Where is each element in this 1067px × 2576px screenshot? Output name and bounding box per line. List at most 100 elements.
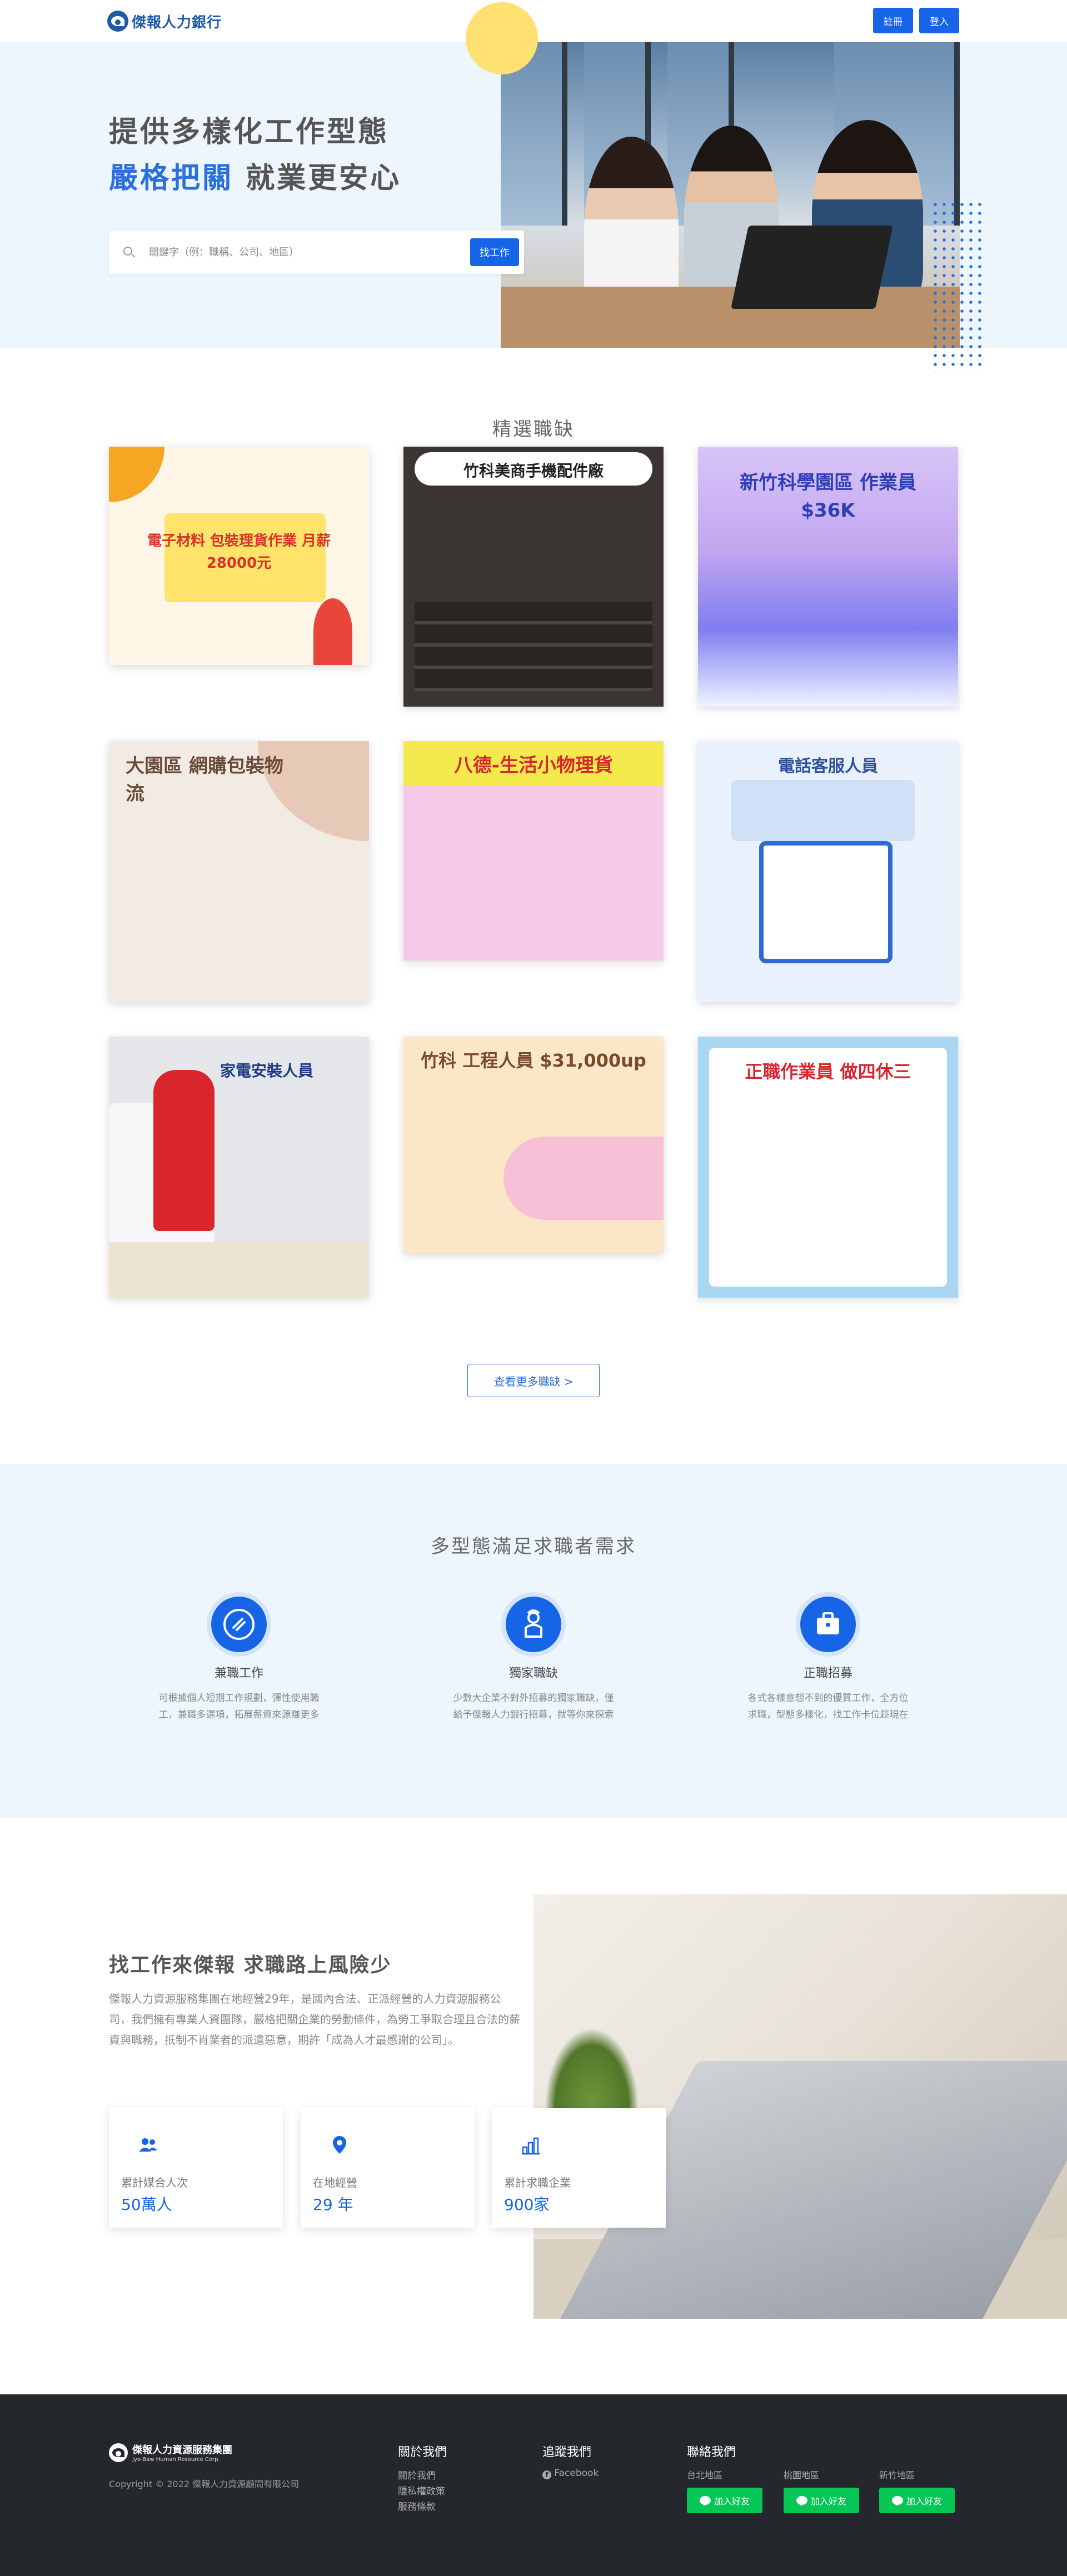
site-logo[interactable]: 傑報人力銀行: [107, 11, 222, 32]
footer-link-about[interactable]: 關於我們: [398, 2468, 436, 2482]
featured-jobs-title: 精選職缺: [492, 418, 575, 441]
feature-desc-line: 工，兼職多選項，拓展薪資來源賺更多: [158, 1709, 320, 1720]
job-card[interactable]: 家電安裝人員: [109, 1037, 369, 1298]
line-button-label: 加入好友: [714, 2496, 750, 2507]
line-add-friend-taoyuan[interactable]: 加入好友: [784, 2488, 859, 2513]
search-input[interactable]: [149, 243, 460, 262]
job-card-caption: 正職作業員 做四休三: [745, 1061, 911, 1082]
login-button[interactable]: 登入: [919, 8, 959, 33]
logo-icon: [107, 11, 128, 32]
stat-card-matches: 累計媒合人次 50萬人: [109, 2108, 283, 2228]
feature-full-time: 正職招募 各式各樣意想不到的優質工作，全方位 求職，型態多樣化，找工作卡位趁現在: [728, 1597, 928, 1723]
stat-label: 在地經營: [313, 2176, 357, 2189]
more-jobs-button[interactable]: 查看更多職缺 >: [467, 1364, 600, 1397]
site-footer: 傑報人力資源服務集團 Jye-Baw Human Resource Corp. …: [0, 2394, 1067, 2576]
users-icon: [139, 2138, 157, 2152]
job-search-bar: 找工作: [109, 231, 524, 274]
feature-exclusive: 獨家職缺 少數大企業不對外招募的獨家職缺，僅 給予傑報人力銀行招募，就等你來探索: [433, 1597, 634, 1723]
feature-title: 獨家職缺: [508, 1667, 558, 1680]
building-chart-icon: [522, 2137, 540, 2155]
footer-link-terms[interactable]: 服務條款: [398, 2499, 436, 2513]
feature-part-time: 兼職工作 可根據個人短期工作規劃，彈性使用職 工，兼職多選項，拓展薪資來源賺更多: [139, 1597, 339, 1723]
feature-desc: 各式各樣意想不到的優質工作，全方位 求職，型態多樣化，找工作卡位趁現在: [728, 1690, 928, 1723]
hero-title-rest: 就業更安心: [233, 162, 402, 195]
decor-shape: [503, 1137, 664, 1220]
feature-desc-line: 給予傑報人力銀行招募，就等你來探索: [453, 1709, 614, 1720]
decor-shape: [731, 780, 915, 841]
job-card[interactable]: 電子材料 包裝理貨作業 月薪28000元: [109, 447, 369, 665]
line-add-friend-hsinchu[interactable]: 加入好友: [879, 2488, 955, 2513]
region-label-hsinchu: 新竹地區: [879, 2470, 915, 2480]
location-pin-icon: [333, 2136, 346, 2154]
decor-shape: [759, 841, 893, 963]
copyright-text: Copyright © 2022 傑報人力資源顧問有限公司: [109, 2479, 300, 2489]
hero-title-line2: 嚴格把關 就業更安心: [109, 154, 401, 196]
footer-follow-heading: 追蹤我們: [542, 2445, 592, 2459]
job-card[interactable]: 八德-生活小物理貨: [403, 741, 664, 961]
photo-desk: [501, 287, 960, 348]
job-card[interactable]: 新竹科學園區 作業員 $36K: [698, 447, 958, 707]
stat-label: 累計媒合人次: [121, 2176, 188, 2189]
hero-title-highlight: 嚴格把關: [109, 162, 234, 195]
region-label-taoyuan: 桃園地區: [784, 2470, 820, 2480]
line-button-label: 加入好友: [810, 2496, 846, 2507]
footer-about-heading: 關於我們: [398, 2445, 447, 2459]
job-card[interactable]: 電話客服人員: [698, 741, 958, 1002]
line-icon: [891, 2496, 903, 2506]
logo-icon: [109, 2443, 128, 2462]
job-card[interactable]: 大園區 網購包裝物流: [109, 741, 369, 1002]
briefcase-icon: [800, 1597, 856, 1652]
stat-label: 累計求職企業: [504, 2176, 571, 2189]
footer-logo[interactable]: 傑報人力資源服務集團 Jye-Baw Human Resource Corp.: [109, 2442, 232, 2463]
decor-shape: [153, 1070, 215, 1231]
footer-contact-heading: 聯絡我們: [687, 2445, 736, 2459]
photo-laptop: [731, 226, 893, 309]
decor-shape: [109, 1242, 369, 1298]
region-label-taipei: 台北地區: [687, 2470, 723, 2480]
footer-facebook-link[interactable]: f Facebook: [542, 2468, 599, 2479]
worker-icon: [506, 1597, 561, 1652]
search-button[interactable]: 找工作: [470, 238, 519, 266]
register-button[interactable]: 註冊: [873, 8, 913, 33]
about-laptop-photo: [534, 1894, 1067, 2319]
facebook-label: Facebook: [554, 2468, 599, 2479]
job-card-caption: 竹科美商手機配件廠: [463, 462, 604, 480]
logo-text: 傑報人力銀行: [132, 14, 222, 31]
line-icon: [699, 2496, 711, 2506]
feature-desc: 可根據個人短期工作規劃，彈性使用職 工，兼職多選項，拓展薪資來源賺更多: [139, 1690, 339, 1723]
job-card-caption: 電話客服人員: [778, 757, 878, 776]
job-card-caption: 家電安裝人員: [220, 1062, 314, 1080]
stat-card-years: 在地經營 29 年: [301, 2108, 475, 2228]
job-card-caption: 大園區 網購包裝物流: [126, 755, 283, 805]
job-card-caption: 竹科 工程人員 $31,000up: [421, 1050, 646, 1071]
job-card[interactable]: 正職作業員 做四休三: [698, 1037, 958, 1298]
hero-dot-pattern: [931, 200, 986, 372]
line-icon: [796, 2496, 807, 2506]
stat-value: 900家: [504, 2195, 550, 2214]
job-card-caption: 電子材料 包裝理貨作業 月薪28000元: [147, 533, 331, 572]
search-icon: [123, 247, 132, 256]
hero-title-line1: 提供多樣化工作型態: [109, 116, 390, 149]
stat-value: 29 年: [313, 2195, 353, 2214]
footer-link-privacy[interactable]: 隱私權政策: [398, 2483, 445, 2497]
decor-shape: [313, 598, 352, 665]
job-card[interactable]: 竹科美商手機配件廠: [403, 447, 664, 707]
job-card-caption: 新竹科學園區 作業員 $36K: [740, 472, 916, 522]
job-card-caption: 八德-生活小物理貨: [453, 754, 614, 777]
hero-yellow-circle: [466, 2, 538, 74]
stat-value: 50萬人: [121, 2195, 172, 2214]
feature-desc-line: 可根據個人短期工作規劃，彈性使用職: [158, 1693, 320, 1704]
feature-desc-line: 各式各樣意想不到的優質工作，全方位: [747, 1693, 909, 1704]
line-add-friend-taipei[interactable]: 加入好友: [687, 2488, 762, 2513]
job-card[interactable]: 竹科 工程人員 $31,000up: [403, 1037, 664, 1253]
about-description: 傑報人力資源服務集團在地經營29年，是國內合法、正派經營的人力資源服務公司，我們…: [109, 1992, 520, 2047]
feature-desc-line: 求職，型態多樣化，找工作卡位趁現在: [747, 1709, 909, 1720]
footer-logo-english: Jye-Baw Human Resource Corp.: [132, 2457, 220, 2463]
part-time-icon: [211, 1597, 267, 1652]
line-button-label: 加入好友: [906, 2496, 942, 2507]
features-title: 多型態滿足求職者需求: [431, 1535, 636, 1558]
footer-logo-name: 傑報人力資源服務集團: [132, 2444, 232, 2456]
decor-shape: [415, 602, 652, 691]
facebook-icon: f: [542, 2470, 551, 2479]
feature-title: 正職招募: [803, 1667, 852, 1680]
